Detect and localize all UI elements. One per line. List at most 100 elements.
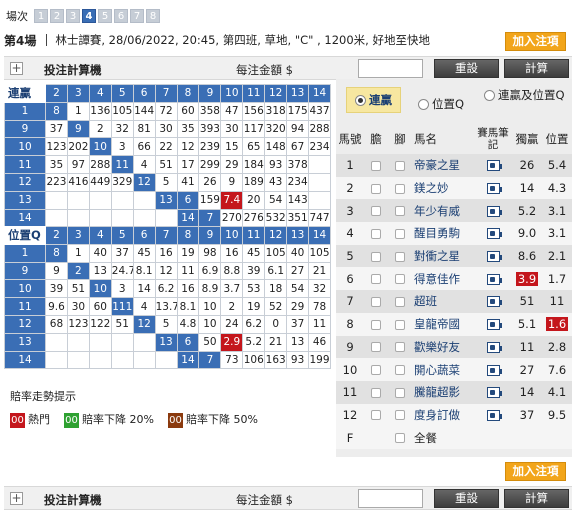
- race-notes-icon[interactable]: [474, 244, 512, 268]
- quinella-odds-cell[interactable]: 329: [110, 172, 134, 192]
- quinella-odds-cell[interactable]: 136: [88, 101, 112, 121]
- quinella-odds-cell[interactable]: 144: [132, 101, 156, 121]
- quinella-place-odds-cell[interactable]: 54: [286, 279, 310, 299]
- quinella-place-odds-cell[interactable]: 68: [45, 314, 68, 334]
- quinella-odds-cell[interactable]: 437: [308, 101, 331, 121]
- unit-amount-input[interactable]: [358, 59, 423, 78]
- reset-button-top[interactable]: 重設: [434, 59, 499, 78]
- quinella-place-odds-cell[interactable]: 1: [66, 243, 90, 263]
- quinella-place-odds-cell[interactable]: 11: [176, 261, 200, 281]
- quinella-odds-cell[interactable]: 47: [220, 101, 244, 121]
- leg-checkbox[interactable]: [388, 290, 412, 313]
- quinella-odds-cell[interactable]: 65: [242, 137, 266, 157]
- quinella-odds-cell[interactable]: 51: [154, 155, 178, 174]
- quinella-odds-cell[interactable]: 358: [198, 101, 222, 121]
- quinella-odds-cell[interactable]: 3: [110, 137, 134, 157]
- quinella-odds-cell[interactable]: 320: [264, 119, 288, 139]
- quinella-place-odds-cell[interactable]: 2: [220, 297, 244, 316]
- quinella-place-odds-cell[interactable]: 8.1: [132, 261, 156, 281]
- quinella-odds-cell[interactable]: 81: [132, 119, 156, 139]
- quinella-place-odds-cell[interactable]: 10: [198, 314, 222, 334]
- quinella-place-odds-cell[interactable]: 13: [88, 261, 112, 281]
- quinella-odds-cell[interactable]: 2: [88, 119, 112, 139]
- quinella-place-odds-cell[interactable]: 32: [308, 279, 331, 299]
- quinella-odds-cell[interactable]: 747: [308, 208, 331, 228]
- quinella-place-odds-cell[interactable]: 51: [110, 314, 134, 334]
- quinella-odds-cell[interactable]: 29: [220, 155, 244, 174]
- horse-name-link[interactable]: 鎂之妙: [412, 176, 474, 200]
- race-button-4[interactable]: 4: [82, 9, 96, 23]
- horse-name-link[interactable]: 帝豪之星: [412, 154, 474, 177]
- banker-checkbox[interactable]: [364, 199, 388, 223]
- quinella-odds-cell[interactable]: 15: [220, 137, 244, 157]
- quinella-odds-cell[interactable]: 416: [66, 172, 90, 192]
- race-button-1[interactable]: 1: [34, 9, 48, 23]
- quinella-odds-cell[interactable]: 97: [66, 155, 90, 174]
- quinella-place-odds-cell[interactable]: 16: [220, 243, 244, 263]
- quinella-place-odds-cell[interactable]: 105: [264, 243, 288, 263]
- quinella-place-odds-cell[interactable]: 78: [308, 297, 331, 316]
- quinella-place-odds-cell[interactable]: 11: [308, 314, 331, 334]
- quinella-place-odds-cell[interactable]: 199: [308, 350, 331, 370]
- quinella-odds-cell[interactable]: 66: [132, 137, 156, 157]
- horse-name-link[interactable]: 皇龍帝國: [412, 312, 474, 336]
- quinella-odds-cell[interactable]: 239: [198, 137, 222, 157]
- quinella-place-odds-cell[interactable]: 106: [242, 350, 266, 370]
- quinella-odds-cell[interactable]: 184: [242, 155, 266, 174]
- horse-name-link[interactable]: 開心蔬菜: [412, 358, 474, 381]
- race-notes-icon[interactable]: [474, 222, 512, 245]
- quinella-place-odds-cell[interactable]: 6.2: [242, 314, 266, 334]
- quinella-place-odds-cell[interactable]: 50: [198, 332, 222, 352]
- bet-type-both[interactable]: 連贏及位置Q: [484, 89, 570, 102]
- quinella-odds-cell[interactable]: 234: [286, 172, 310, 192]
- quinella-place-odds-cell[interactable]: 4: [132, 297, 156, 316]
- quinella-place-odds-cell[interactable]: 5: [154, 314, 178, 334]
- quinella-place-odds-cell[interactable]: 21: [308, 261, 331, 281]
- horse-name-link[interactable]: 得意佳作: [412, 267, 474, 291]
- race-notes-icon[interactable]: [474, 403, 512, 427]
- quinella-odds-cell[interactable]: 223: [45, 172, 68, 192]
- leg-checkbox[interactable]: [388, 403, 412, 427]
- quinella-place-odds-cell[interactable]: 16: [154, 243, 178, 263]
- quinella-odds-cell[interactable]: 43: [264, 172, 288, 192]
- leg-checkbox[interactable]: [388, 358, 412, 381]
- unit-amount-input[interactable]: [358, 489, 423, 508]
- quinella-odds-cell[interactable]: 41: [176, 172, 200, 192]
- quinella-odds-cell[interactable]: 288: [308, 119, 331, 139]
- banker-checkbox[interactable]: [364, 358, 388, 381]
- quinella-odds-cell[interactable]: 54: [264, 190, 288, 210]
- quinella-place-odds-cell[interactable]: 9: [45, 261, 68, 281]
- quinella-place-odds-cell[interactable]: 9.6: [45, 297, 68, 316]
- horse-name-link[interactable]: 對衝之星: [412, 244, 474, 268]
- add-bet-button-bottom[interactable]: 加入注項: [505, 462, 566, 481]
- calculate-button-top[interactable]: 計算: [504, 59, 569, 78]
- quinella-odds-cell[interactable]: 60: [176, 101, 200, 121]
- quinella-place-odds-cell[interactable]: 16: [176, 279, 200, 299]
- race-button-7[interactable]: 7: [130, 9, 144, 23]
- race-button-2[interactable]: 2: [50, 9, 64, 23]
- quinella-place-odds-cell[interactable]: 14: [132, 279, 156, 299]
- quinella-place-odds-cell[interactable]: 8.1: [176, 297, 200, 316]
- quinella-place-odds-cell[interactable]: 53: [242, 279, 266, 299]
- quinella-odds-cell[interactable]: 378: [286, 155, 310, 174]
- quinella-place-odds-cell[interactable]: 60: [88, 297, 112, 316]
- race-notes-icon[interactable]: [474, 154, 512, 177]
- quinella-odds-cell[interactable]: 393: [198, 119, 222, 139]
- reset-button-bottom[interactable]: 重設: [434, 489, 499, 508]
- calculate-button-bottom[interactable]: 計算: [504, 489, 569, 508]
- quinella-place-odds-cell[interactable]: 10: [198, 297, 222, 316]
- quinella-odds-cell[interactable]: 32: [110, 119, 134, 139]
- quinella-odds-cell[interactable]: 9: [220, 172, 244, 192]
- quinella-place-odds-cell[interactable]: 37: [110, 243, 134, 263]
- leg-checkbox[interactable]: [388, 176, 412, 200]
- quinella-place-odds-cell[interactable]: 45: [132, 243, 156, 263]
- quinella-place-odds-cell[interactable]: 4.8: [176, 314, 200, 334]
- quinella-odds-cell[interactable]: 189: [242, 172, 266, 192]
- quinella-odds-cell[interactable]: 299: [198, 155, 222, 174]
- quinella-odds-cell[interactable]: 288: [88, 155, 112, 174]
- banker-checkbox[interactable]: [364, 222, 388, 245]
- quinella-place-odds-cell[interactable]: 6.2: [154, 279, 178, 299]
- horse-name-link[interactable]: 年少有威: [412, 199, 474, 223]
- quinella-odds-cell[interactable]: 30: [220, 119, 244, 139]
- quinella-place-odds-cell[interactable]: 24: [220, 314, 244, 334]
